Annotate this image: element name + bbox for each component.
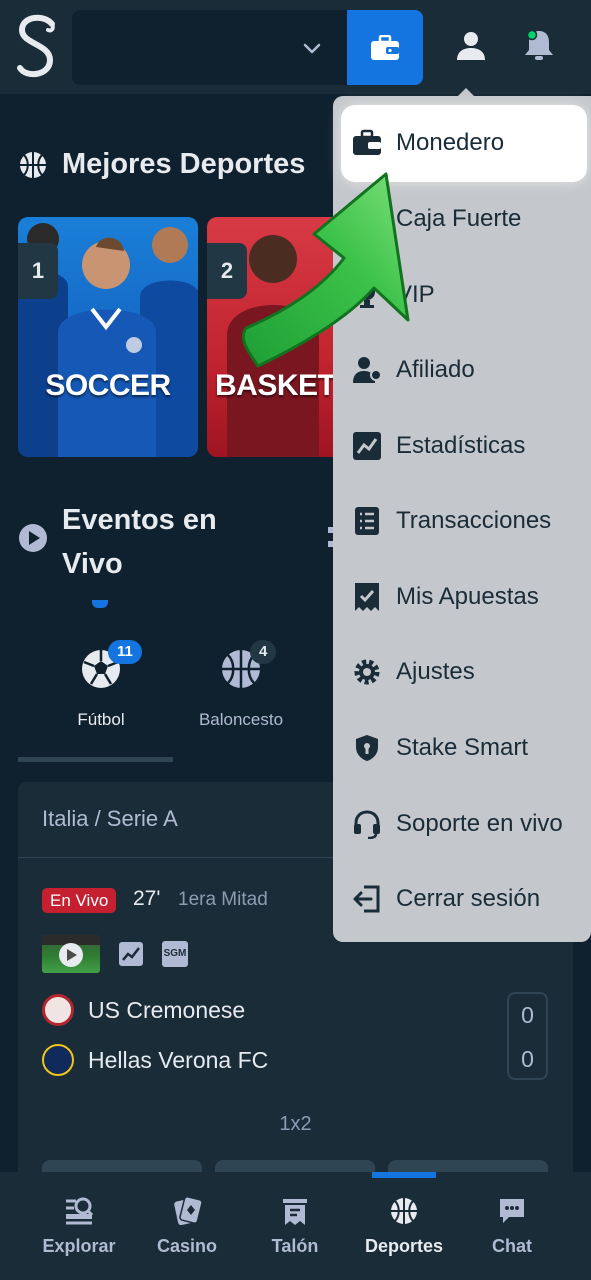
tab-futbol[interactable]: 11 Fútbol: [26, 630, 176, 750]
active-tab-underline: [18, 757, 173, 762]
live-stream-thumbnail[interactable]: [42, 935, 100, 973]
menu-item-label: Ajustes: [396, 658, 475, 685]
user-icon: [457, 32, 485, 60]
explore-icon: [66, 1197, 94, 1225]
nav-label: Casino: [156, 1236, 217, 1256]
nav-talon[interactable]: Talón: [240, 1192, 350, 1272]
transactions-icon: [355, 507, 379, 535]
nav-label: Explorar: [42, 1236, 116, 1256]
match-minute: 27': [133, 887, 161, 910]
sport-card-label: SOCCER: [45, 369, 171, 402]
casino-cards-icon: [174, 1196, 202, 1226]
menu-item-label: Transacciones: [396, 507, 552, 534]
wallet-icon: [353, 129, 381, 155]
menu-item-transacciones[interactable]: Transacciones: [333, 483, 591, 559]
bet-slip-icon: [283, 1199, 307, 1225]
notifications-button[interactable]: [516, 22, 562, 68]
green-pointer-arrow-icon: [241, 172, 410, 368]
nav-label: Deportes: [364, 1236, 444, 1256]
basketball-icon: [391, 1198, 417, 1224]
event-count-badge: 4: [250, 640, 277, 664]
live-status-badge: En Vivo: [42, 888, 117, 913]
match-period: 1era Mitad: [178, 889, 268, 910]
basketball-icon: [20, 152, 46, 178]
live-events-title: Eventos en Vivo: [62, 504, 217, 580]
team-name: US Cremonese: [88, 997, 246, 1023]
nav-label: Chat: [492, 1236, 532, 1256]
menu-item-label: Cerrar sesión: [396, 885, 541, 912]
nav-casino[interactable]: Casino: [132, 1192, 242, 1272]
nav-chat[interactable]: Chat: [457, 1192, 567, 1272]
play-icon: [42, 935, 100, 967]
menu-item-ajustes[interactable]: Ajustes: [333, 634, 591, 710]
team-score: 0: [521, 1046, 534, 1072]
team-score: 0: [521, 1002, 534, 1028]
event-count-badge: 11: [108, 640, 142, 664]
my-bets-icon: [355, 583, 379, 611]
menu-item-label: Estadísticas: [396, 432, 526, 459]
play-circle-icon: [19, 524, 47, 552]
menu-item-label: Soporte en vivo: [396, 810, 563, 837]
tab-baloncesto[interactable]: 4 Baloncesto: [166, 630, 316, 750]
menu-item-stake-smart[interactable]: Stake Smart: [333, 710, 591, 786]
nav-deportes[interactable]: Deportes: [349, 1192, 459, 1272]
wallet-icon: [371, 34, 399, 60]
logout-icon: [353, 885, 380, 913]
stake-logo[interactable]: [14, 12, 60, 82]
gear-icon: [354, 659, 380, 685]
user-button[interactable]: [448, 22, 494, 68]
menu-item-label: Stake Smart: [396, 734, 529, 761]
bell-icon: [525, 29, 553, 60]
tab-indicator: [92, 600, 108, 608]
stats-icon: [353, 432, 381, 460]
nav-explorar[interactable]: Explorar: [24, 1192, 134, 1272]
tab-label: Baloncesto: [198, 710, 284, 729]
menu-item-label: Monedero: [396, 129, 505, 156]
cremonese-crest-icon: [42, 994, 74, 1026]
rank-badge: 1: [18, 243, 58, 299]
wallet-button[interactable]: [347, 10, 423, 85]
verona-crest-icon: [42, 1044, 74, 1076]
menu-item-soporte[interactable]: Soporte en vivo: [333, 786, 591, 862]
nav-active-indicator: [372, 1172, 436, 1178]
league-name: Italia / Serie A: [42, 806, 178, 831]
nav-label: Talón: [271, 1236, 319, 1256]
market-label: 1x2: [279, 1113, 312, 1135]
menu-item-mis-apuestas[interactable]: Mis Apuestas: [333, 559, 591, 635]
tab-label: Fútbol: [77, 710, 125, 729]
stats-icon[interactable]: [118, 941, 144, 967]
menu-item-estadisticas[interactable]: Estadísticas: [333, 408, 591, 484]
chevron-down-icon[interactable]: [300, 36, 324, 60]
team-name: Hellas Verona FC: [88, 1047, 269, 1073]
shield-icon: [356, 735, 378, 761]
menu-item-cerrar-sesion[interactable]: Cerrar sesión: [333, 861, 591, 937]
menu-item-label: Mis Apuestas: [396, 583, 539, 610]
sgm-icon[interactable]: SGM: [162, 941, 188, 967]
headset-icon: [354, 810, 380, 839]
chat-icon: [500, 1199, 524, 1223]
